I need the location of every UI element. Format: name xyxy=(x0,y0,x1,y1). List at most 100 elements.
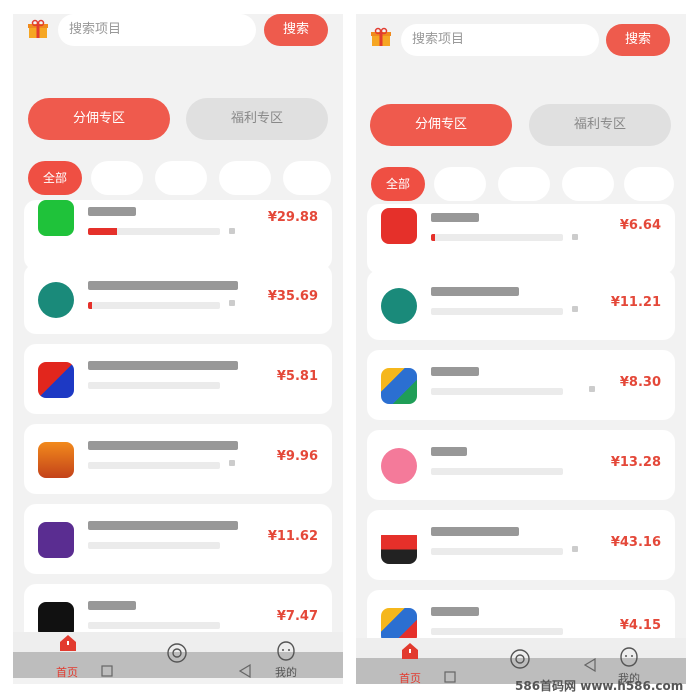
category-chip[interactable] xyxy=(91,161,143,195)
task-name xyxy=(431,447,467,456)
teal-app-icon xyxy=(381,288,417,324)
red-square-app-icon xyxy=(381,208,417,244)
gift-icon[interactable] xyxy=(27,18,49,40)
tab-home[interactable]: 首页 xyxy=(56,664,78,680)
task-progress xyxy=(431,468,563,475)
task-price: ¥8.30 xyxy=(619,375,661,390)
wechat-app-icon xyxy=(38,200,74,236)
square-nav-icon[interactable] xyxy=(101,665,113,677)
search-input[interactable]: 搜索项目 xyxy=(401,24,599,56)
task-card[interactable]: ¥11.21 xyxy=(367,270,675,340)
task-progress xyxy=(431,308,563,315)
task-name xyxy=(88,281,238,290)
task-price: ¥4.15 xyxy=(619,618,661,633)
task-progress xyxy=(88,302,220,309)
task-progress xyxy=(88,542,220,549)
task-name xyxy=(431,527,519,536)
task-card[interactable]: ¥8.30 xyxy=(367,350,675,420)
category-chip[interactable] xyxy=(562,167,614,201)
progress-marker xyxy=(229,228,235,234)
top-bar: 搜索项目 搜索 xyxy=(356,18,686,62)
orange-app-icon xyxy=(38,442,74,478)
task-price: ¥11.62 xyxy=(267,529,318,544)
runner-app-icon xyxy=(381,528,417,564)
teal-app-icon xyxy=(38,282,74,318)
task-price: ¥5.81 xyxy=(276,369,318,384)
red-blue-app-icon xyxy=(38,362,74,398)
task-card[interactable]: ¥5.81 xyxy=(24,344,332,414)
phone-screen-right: 搜索项目 搜索 分佣专区 福利专区 全部 ¥6.64 ¥11.21 ¥8.30 … xyxy=(356,14,686,684)
task-name xyxy=(88,601,136,610)
zone-tab-welfare[interactable]: 福利专区 xyxy=(529,104,671,146)
home-icon[interactable] xyxy=(401,642,419,660)
task-card[interactable]: ¥9.96 xyxy=(24,424,332,494)
square-nav-icon[interactable] xyxy=(444,671,456,683)
task-price: ¥9.96 xyxy=(276,449,318,464)
task-name xyxy=(431,367,479,376)
task-progress xyxy=(88,462,220,469)
task-progress xyxy=(88,622,220,629)
purple-app-icon xyxy=(38,522,74,558)
task-name xyxy=(88,207,136,216)
task-price: ¥11.21 xyxy=(610,295,661,310)
zone-tab-commission[interactable]: 分佣专区 xyxy=(28,98,170,140)
task-card[interactable]: ¥13.28 xyxy=(367,430,675,500)
task-name xyxy=(88,521,238,530)
progress-fill xyxy=(431,234,435,241)
watermark-text: 586首码网 www.h586.com xyxy=(515,679,684,693)
task-progress xyxy=(431,234,563,241)
category-chip[interactable] xyxy=(219,161,271,195)
task-card[interactable]: ¥29.88 xyxy=(24,200,332,270)
earn-icon[interactable] xyxy=(509,648,531,670)
back-nav-icon[interactable] xyxy=(584,658,596,672)
task-price: ¥29.88 xyxy=(267,210,318,225)
progress-marker xyxy=(229,460,235,466)
task-name xyxy=(88,441,238,450)
tab-mine[interactable]: 我的 xyxy=(275,664,297,680)
multicolor-app-icon xyxy=(381,368,417,404)
progress-fill xyxy=(88,228,118,235)
zone-tab-commission[interactable]: 分佣专区 xyxy=(370,104,512,146)
zone-tab-welfare[interactable]: 福利专区 xyxy=(186,98,328,140)
progress-marker xyxy=(572,234,578,240)
category-chip[interactable] xyxy=(498,167,550,201)
category-chip-all[interactable]: 全部 xyxy=(28,161,82,195)
progress-marker xyxy=(572,306,578,312)
progress-fill xyxy=(88,302,92,309)
search-input[interactable]: 搜索项目 xyxy=(58,14,256,46)
task-name xyxy=(431,213,479,222)
task-card[interactable]: ¥11.62 xyxy=(24,504,332,574)
task-card[interactable]: ¥6.64 xyxy=(367,204,675,274)
task-progress xyxy=(88,382,220,389)
task-price: ¥6.64 xyxy=(619,218,661,233)
task-name xyxy=(88,361,238,370)
bottom-tab-bar: 首页 我的 xyxy=(13,632,343,680)
task-price: ¥13.28 xyxy=(610,455,661,470)
category-chip[interactable] xyxy=(434,167,486,201)
home-icon[interactable] xyxy=(59,634,77,652)
phone-screen-left: 搜索项目 搜索 分佣专区 福利专区 全部 ¥29.88 ¥35.69 ¥5.81… xyxy=(13,14,343,684)
earn-icon[interactable] xyxy=(166,642,188,664)
task-progress xyxy=(431,548,563,555)
task-progress xyxy=(431,388,563,395)
gift-icon[interactable] xyxy=(370,26,392,48)
profile-icon[interactable] xyxy=(275,640,297,662)
task-price: ¥35.69 xyxy=(267,289,318,304)
tab-home[interactable]: 首页 xyxy=(399,670,421,684)
category-chip-all[interactable]: 全部 xyxy=(371,167,425,201)
search-button[interactable]: 搜索 xyxy=(264,14,328,46)
task-card[interactable]: ¥35.69 xyxy=(24,264,332,334)
task-name xyxy=(431,607,479,616)
task-card[interactable]: ¥43.16 xyxy=(367,510,675,580)
category-chip[interactable] xyxy=(155,161,207,195)
task-price: ¥7.47 xyxy=(276,609,318,624)
pink-app-icon xyxy=(381,448,417,484)
profile-icon[interactable] xyxy=(618,646,640,668)
category-chip[interactable] xyxy=(283,161,331,195)
search-button[interactable]: 搜索 xyxy=(606,24,670,56)
category-chip[interactable] xyxy=(624,167,674,201)
task-progress xyxy=(431,628,563,635)
back-nav-icon[interactable] xyxy=(239,664,251,678)
progress-marker xyxy=(572,546,578,552)
top-bar: 搜索项目 搜索 xyxy=(13,14,343,58)
